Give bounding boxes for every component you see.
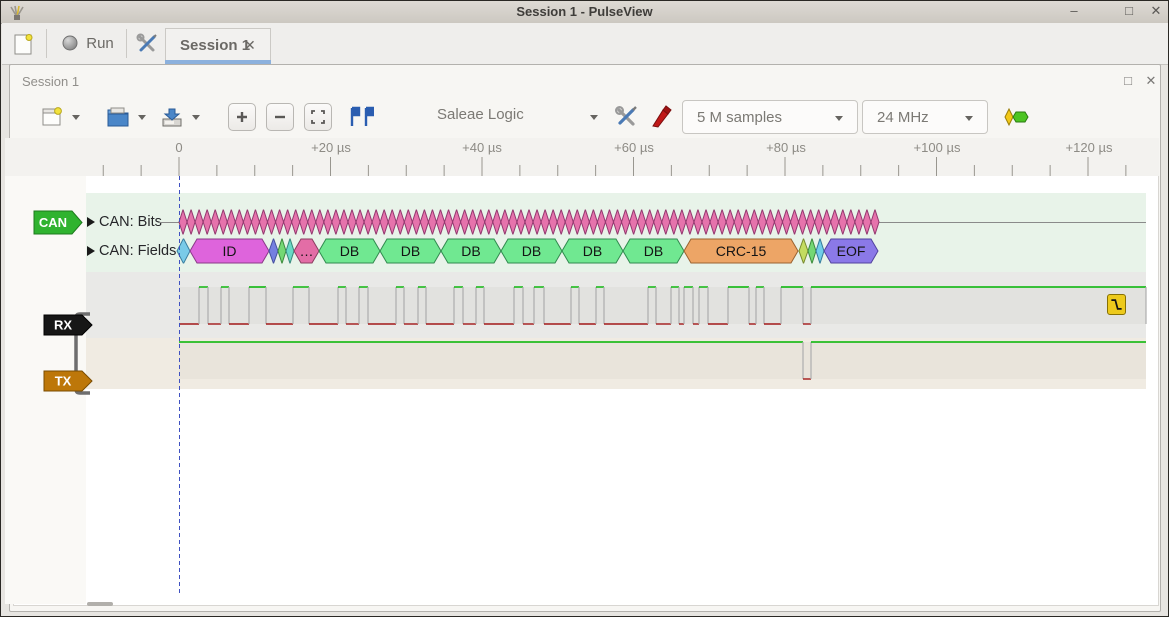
minimize-button[interactable]: – (1063, 3, 1085, 18)
trigger-flags-icon (348, 105, 374, 129)
open-button[interactable] (104, 103, 132, 131)
close-button[interactable]: ✕ (1145, 3, 1167, 19)
ruler-label: +40 µs (462, 140, 502, 155)
tx-row-background[interactable] (86, 338, 1146, 389)
tab-close-icon[interactable]: ✕ (244, 37, 256, 54)
falling-edge-icon (1109, 296, 1124, 313)
titlebar[interactable]: Session 1 - PulseView – □ ✕ (1, 1, 1168, 24)
trace-label-panel (5, 176, 86, 604)
open-dropdown-arrow[interactable] (138, 115, 146, 120)
zoom-fit-icon (310, 109, 326, 125)
ruler-label: +100 µs (914, 140, 961, 155)
sample-rate-value: 24 MHz (863, 109, 929, 126)
session-close-button[interactable]: ✕ (1141, 73, 1161, 89)
zoom-out-icon (273, 110, 287, 124)
decoder-row-background[interactable] (86, 193, 1146, 272)
new-session-button[interactable] (11, 31, 37, 57)
add-decoder-button[interactable] (1002, 104, 1032, 130)
session-toolbar: Saleae Logic 5 M samples (10, 95, 1160, 139)
configure-device-button[interactable] (612, 103, 640, 131)
pulseview-window: Session 1 - PulseView – □ ✕ Run (0, 0, 1169, 617)
ruler-label: 0 (175, 140, 182, 155)
session-maximize-button[interactable]: □ (1118, 73, 1138, 88)
trigger-flags-button[interactable] (346, 103, 376, 131)
sample-count-value: 5 M samples (683, 109, 782, 126)
window-title: Session 1 - PulseView (1, 4, 1168, 19)
run-button-label: Run (86, 35, 114, 52)
ruler-label: +80 µs (766, 140, 806, 155)
sample-rate-dropdown-arrow (965, 116, 973, 121)
device-name: Saleae Logic (437, 106, 524, 123)
session-window-title: Session 1 (22, 74, 79, 89)
decoder-row-fields-label: CAN: Fields (99, 243, 176, 259)
new-view-icon (41, 106, 63, 128)
ruler-label: +120 µs (1066, 140, 1113, 155)
device-selector[interactable]: Saleae Logic (437, 106, 524, 124)
settings-button[interactable] (134, 31, 160, 57)
save-icon (160, 105, 184, 129)
sample-count-combobox[interactable]: 5 M samples (682, 100, 858, 134)
channels-button[interactable] (648, 103, 674, 131)
toolbar-separator (46, 29, 47, 58)
zoom-in-icon (235, 110, 249, 124)
new-view-button[interactable] (38, 104, 66, 130)
probe-icon (650, 105, 672, 129)
run-icon (62, 35, 78, 51)
ruler-label: +60 µs (614, 140, 654, 155)
rx-row-background[interactable] (86, 272, 1146, 338)
new-session-icon (14, 33, 34, 55)
run-button[interactable]: Run (56, 29, 120, 57)
sample-count-dropdown-arrow (835, 116, 843, 121)
configure-device-icon (614, 105, 638, 129)
main-toolbar: Run Session 1 ✕ (2, 23, 1169, 65)
zoom-out-button[interactable] (266, 103, 294, 131)
zoom-in-button[interactable] (228, 103, 256, 131)
new-view-dropdown-arrow[interactable] (72, 115, 80, 120)
sample-rate-combobox[interactable]: 24 MHz (862, 100, 988, 134)
horizontal-scrollbar-thumb[interactable] (87, 602, 113, 606)
save-button[interactable] (158, 103, 186, 131)
ruler-label: +20 µs (311, 140, 351, 155)
tab-session-1[interactable]: Session 1 ✕ (165, 28, 271, 64)
settings-icon (136, 33, 158, 55)
device-dropdown-arrow[interactable] (590, 115, 598, 120)
zoom-fit-button[interactable] (304, 103, 332, 131)
decoder-row-bits-label: CAN: Bits (99, 214, 162, 230)
tab-label: Session 1 (180, 37, 250, 54)
toolbar-separator (126, 29, 127, 58)
save-dropdown-arrow[interactable] (192, 115, 200, 120)
open-folder-icon (106, 105, 130, 129)
trigger-marker[interactable] (1107, 294, 1126, 315)
add-decoder-icon (1003, 106, 1031, 128)
maximize-button[interactable]: □ (1118, 3, 1140, 18)
